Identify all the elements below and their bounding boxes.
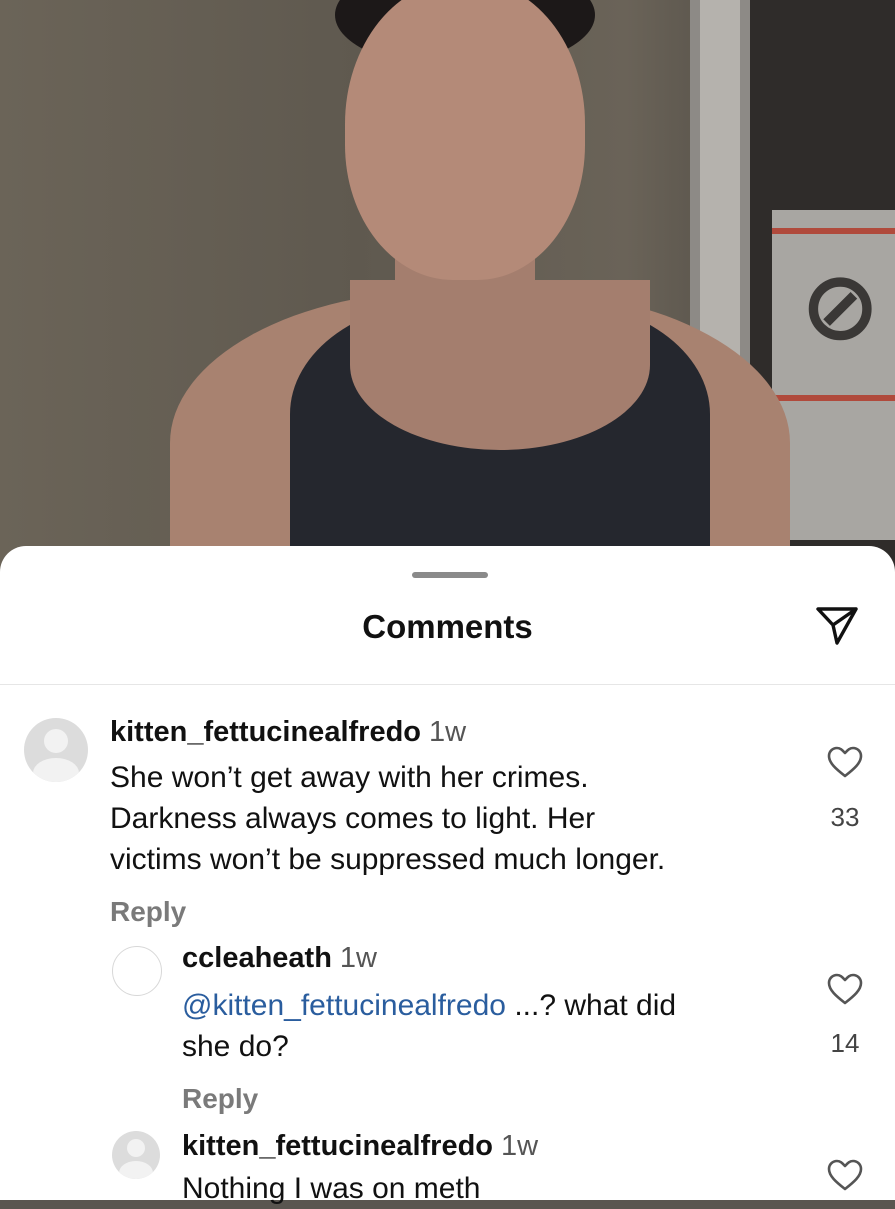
- reply-button[interactable]: Reply: [110, 896, 186, 928]
- photo-sign-stripe: [772, 395, 895, 401]
- comment-text: @kitten_fettucinealfredo ...? what did s…: [182, 985, 676, 1067]
- comment-line: Darkness always comes to light. Her: [110, 802, 596, 835]
- comment-header: kitten_fettucinealfredo 1w: [110, 716, 466, 749]
- default-avatar-icon[interactable]: [112, 1131, 160, 1179]
- default-avatar-icon[interactable]: [112, 946, 162, 996]
- default-avatar-icon[interactable]: [24, 718, 88, 782]
- comment-time: 1w: [501, 1130, 539, 1162]
- comment-line: she do?: [182, 1030, 289, 1063]
- comment-time: 1w: [339, 942, 377, 974]
- comment-text: Nothing I was on meth: [182, 1168, 481, 1209]
- comment-username[interactable]: kitten_fettucinealfredo: [182, 1130, 493, 1162]
- comment-username[interactable]: ccleaheath: [182, 942, 332, 974]
- photo-sign-glyph: ⊘: [800, 250, 881, 362]
- comment-header: kitten_fettucinealfredo 1w: [182, 1130, 538, 1163]
- comment-header: ccleaheath 1w: [182, 942, 377, 975]
- photo-sign-stripe: [772, 228, 895, 234]
- comment-username[interactable]: kitten_fettucinealfredo: [110, 716, 421, 748]
- paper-plane-icon[interactable]: [812, 603, 862, 647]
- comment-line: @kitten_fettucinealfredo ...? what did: [182, 985, 676, 1026]
- comment-line-rest: ...? what did: [505, 989, 677, 1022]
- comment-time: 1w: [429, 716, 467, 748]
- comment-text: She won’t get away with her crimes. Dark…: [110, 757, 665, 880]
- like-count: 14: [830, 1028, 860, 1058]
- heart-icon[interactable]: [826, 1158, 864, 1192]
- sheet-title: Comments: [362, 608, 533, 645]
- comment-line: victims won’t be suppressed much longer.: [110, 843, 666, 876]
- heart-icon[interactable]: [826, 745, 864, 779]
- like-count: 33: [830, 802, 860, 832]
- photo-person-head: [345, 0, 585, 280]
- comment-line: She won’t get away with her crimes.: [110, 761, 589, 794]
- heart-icon[interactable]: [826, 972, 864, 1006]
- sheet-divider: [0, 684, 895, 685]
- comment-line: Nothing I was on meth: [182, 1172, 481, 1205]
- post-photo: ⊘: [0, 0, 895, 600]
- reply-button[interactable]: Reply: [182, 1083, 258, 1115]
- sheet-drag-handle[interactable]: [412, 572, 488, 578]
- comment-mention[interactable]: @kitten_fettucinealfredo: [182, 989, 506, 1022]
